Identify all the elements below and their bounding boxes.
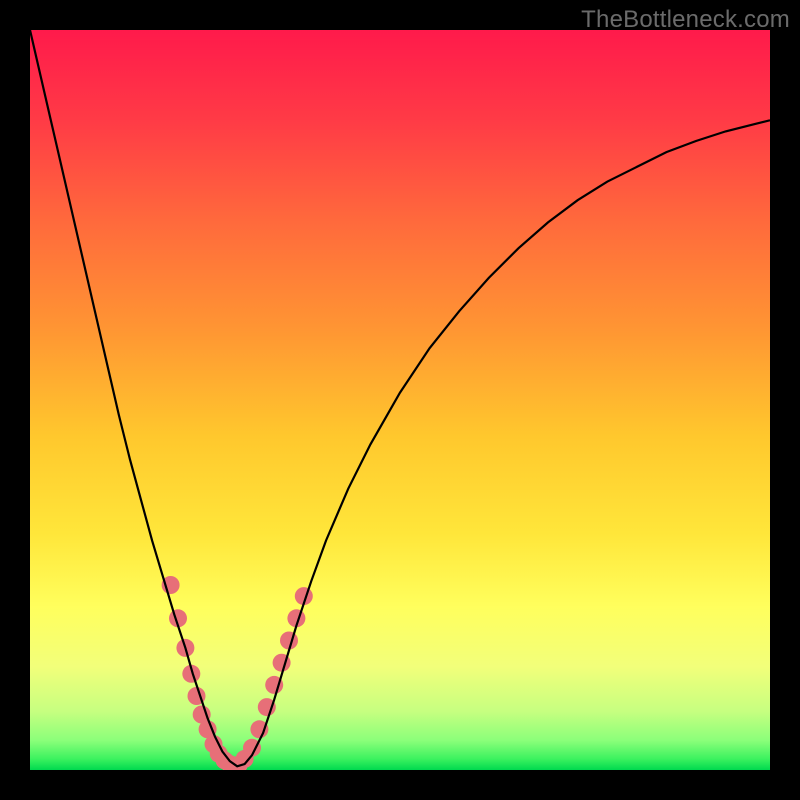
plot-svg <box>30 30 770 770</box>
gradient-background <box>30 30 770 770</box>
chart-frame: TheBottleneck.com <box>0 0 800 800</box>
